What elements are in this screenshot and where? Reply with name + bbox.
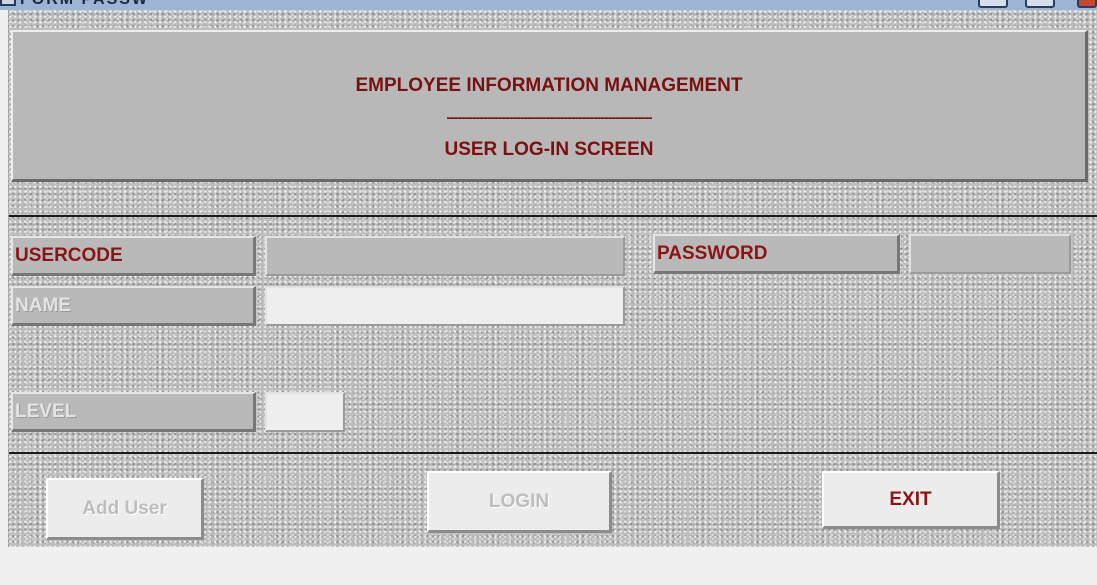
level-label: LEVEL xyxy=(11,392,256,432)
maximize-button[interactable] xyxy=(1025,0,1055,8)
header-title: EMPLOYEE INFORMATION MANAGEMENT xyxy=(355,75,743,96)
window-system-icon[interactable] xyxy=(0,0,16,6)
password-label: PASSWORD xyxy=(653,234,900,274)
minimize-button[interactable] xyxy=(978,0,1008,8)
usercode-label: USERCODE xyxy=(11,236,256,276)
name-label: NAME xyxy=(11,286,256,326)
window-titlebar[interactable]: FORM PASSW xyxy=(0,0,1097,10)
login-button[interactable]: LOGIN xyxy=(427,471,612,533)
password-input[interactable] xyxy=(909,234,1071,274)
level-input[interactable] xyxy=(265,392,345,432)
header-panel: EMPLOYEE INFORMATION MANAGEMENT --------… xyxy=(11,30,1088,182)
window-title: FORM PASSW xyxy=(20,0,149,9)
usercode-input[interactable] xyxy=(265,236,625,276)
header-separator: ----------------------------------------… xyxy=(446,109,652,125)
header-subtitle: USER LOG-IN SCREEN xyxy=(444,139,654,160)
login-form: EMPLOYEE INFORMATION MANAGEMENT --------… xyxy=(8,10,1097,547)
add-user-button[interactable]: Add User xyxy=(46,478,204,540)
close-button[interactable] xyxy=(1077,0,1097,8)
exit-button[interactable]: EXIT xyxy=(822,471,1000,529)
divider-top xyxy=(9,215,1097,217)
divider-bottom xyxy=(9,452,1097,454)
name-input[interactable] xyxy=(265,286,625,326)
